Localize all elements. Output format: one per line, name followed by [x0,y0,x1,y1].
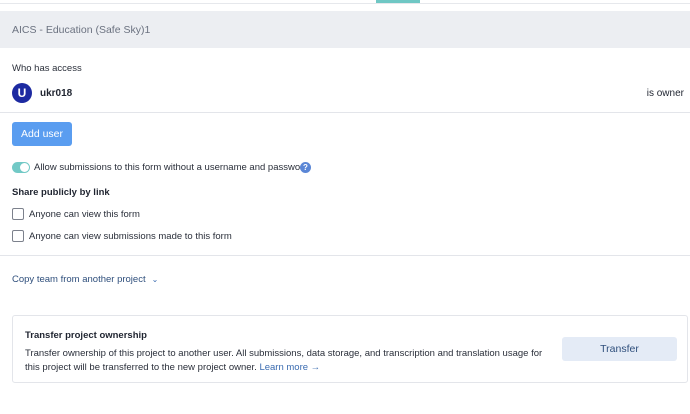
user-access-row: U ukr018 is owner [12,82,684,104]
copy-team-link[interactable]: Copy team from another project ⌄ [12,274,158,285]
transfer-title: Transfer project ownership [25,330,147,341]
avatar: U [12,83,32,103]
transfer-description: Transfer ownership of this project to an… [25,347,545,375]
transfer-button[interactable]: Transfer [562,337,677,361]
view-form-checkbox[interactable] [12,208,24,220]
learn-more-link[interactable]: Learn more → [259,362,320,373]
view-submissions-checkbox[interactable] [12,230,24,242]
chevron-down-icon: ⌄ [151,275,159,284]
toggle-knob [20,163,29,172]
who-has-access-label: Who has access [12,63,82,74]
question-circle-icon[interactable]: ? [300,162,311,173]
anonymous-submissions-label: Allow submissions to this form without a… [34,162,309,173]
username: ukr018 [40,88,73,99]
share-publicly-heading: Share publicly by link [12,187,110,198]
divider [0,112,690,113]
add-user-button[interactable]: Add user [12,122,72,146]
copy-team-label: Copy team from another project [12,274,146,285]
project-header: AICS - Education (Safe Sky)1 [0,11,690,48]
divider [0,255,690,256]
anonymous-submissions-toggle[interactable] [12,162,30,173]
transfer-ownership-card: Transfer project ownership Transfer owne… [12,315,688,383]
user-role: is owner [646,88,684,99]
project-title: AICS - Education (Safe Sky)1 [12,24,151,36]
view-form-label: Anyone can view this form [29,209,140,220]
view-submissions-label: Anyone can view submissions made to this… [29,231,232,242]
top-divider [0,3,690,4]
